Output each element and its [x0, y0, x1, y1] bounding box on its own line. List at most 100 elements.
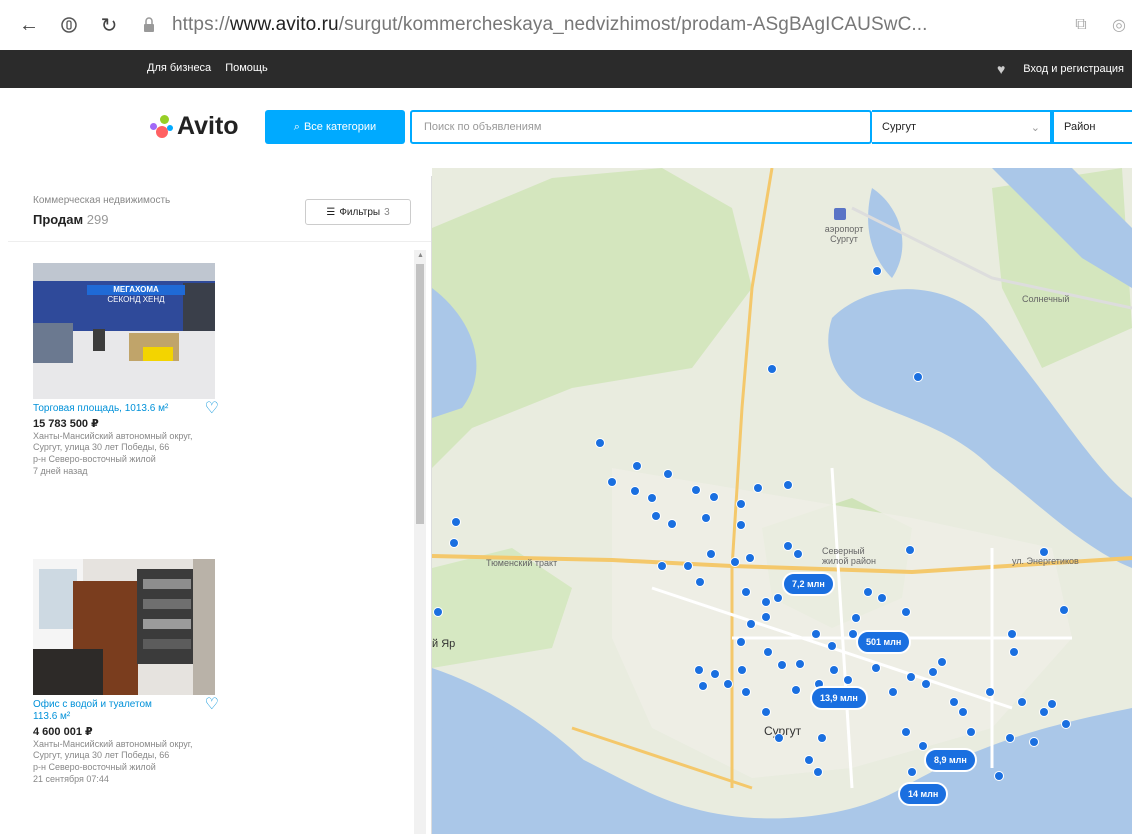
map-pin[interactable] [764, 648, 772, 656]
map-pin[interactable] [450, 539, 458, 547]
map-pin[interactable] [812, 630, 820, 638]
map-pin[interactable] [452, 518, 460, 526]
for-business-link[interactable]: Для бизнеса [147, 62, 211, 74]
search-input[interactable]: Поиск по объявлениям [410, 110, 872, 144]
map-view[interactable]: аэропорт Сургут Тюменский тракт Сургут й… [432, 168, 1132, 834]
avito-logo[interactable]: Avito [150, 112, 239, 141]
map-pin[interactable] [872, 664, 880, 672]
map-pin[interactable] [852, 614, 860, 622]
map-pin[interactable] [747, 620, 755, 628]
map-pin[interactable] [784, 481, 792, 489]
map-pin[interactable] [873, 267, 881, 275]
listing-card[interactable]: МЕГАХОМА СЕКОНД ХЕНД Торговая площадь, 1… [33, 263, 223, 477]
map-pin[interactable] [818, 734, 826, 742]
map-pin[interactable] [828, 642, 836, 650]
price-cluster[interactable]: 7,2 млн [782, 572, 835, 596]
favorite-heart-icon[interactable]: ♡ [205, 697, 219, 713]
breadcrumb[interactable]: Коммерческая недвижимость [33, 195, 170, 206]
map-pin[interactable] [711, 670, 719, 678]
map-pin[interactable] [710, 493, 718, 501]
login-link[interactable]: Вход и регистрация [1023, 63, 1124, 75]
map-pin[interactable] [775, 734, 783, 742]
map-pin[interactable] [986, 688, 994, 696]
map-pin[interactable] [762, 613, 770, 621]
map-pin[interactable] [702, 514, 710, 522]
scrollbar-thumb[interactable] [416, 264, 424, 524]
map-pin[interactable] [784, 542, 792, 550]
map-pin[interactable] [995, 772, 1003, 780]
map-pin[interactable] [742, 688, 750, 696]
filters-button[interactable]: ☰ Фильтры 3 [305, 199, 411, 225]
map-pin[interactable] [914, 373, 922, 381]
listing-title[interactable]: Торговая площадь, 1013.6 м² [33, 403, 173, 415]
map-pin[interactable] [684, 562, 692, 570]
map-pin[interactable] [1048, 700, 1056, 708]
map-pin[interactable] [959, 708, 967, 716]
reload-icon[interactable]: ↻ [94, 10, 124, 40]
map-pin[interactable] [731, 558, 739, 566]
map-pin[interactable] [805, 756, 813, 764]
map-pin[interactable] [754, 484, 762, 492]
listing-photo[interactable] [33, 559, 215, 695]
map-pin[interactable] [774, 594, 782, 602]
map-pin[interactable] [1030, 738, 1038, 746]
map-pin[interactable] [1060, 606, 1068, 614]
listing-card[interactable]: Офис с водой и туалетом 113.6 м² ♡ 4 600… [33, 559, 223, 785]
map-pin[interactable] [737, 521, 745, 529]
map-pin[interactable] [1008, 630, 1016, 638]
map-pin[interactable] [668, 520, 676, 528]
back-arrow-icon[interactable]: ← [14, 10, 44, 40]
scroll-up-arrow-icon[interactable]: ▲ [417, 252, 424, 259]
map-pin[interactable] [737, 500, 745, 508]
map-pin[interactable] [707, 550, 715, 558]
favorites-heart-icon[interactable]: ♥ [997, 61, 1005, 77]
map-pin[interactable] [1018, 698, 1026, 706]
extensions-icon[interactable]: ⧉ [1068, 12, 1094, 38]
map-pin[interactable] [878, 594, 886, 602]
map-pin[interactable] [967, 728, 975, 736]
map-pin[interactable] [658, 562, 666, 570]
map-pin[interactable] [596, 439, 604, 447]
listing-title[interactable]: Офис с водой и туалетом 113.6 м² [33, 699, 173, 723]
map-pin[interactable] [902, 728, 910, 736]
map-pin[interactable] [695, 666, 703, 674]
map-pin[interactable] [938, 658, 946, 666]
map-pin[interactable] [664, 470, 672, 478]
price-cluster[interactable]: 14 млн [898, 782, 949, 806]
map-pin[interactable] [794, 550, 802, 558]
map-pin[interactable] [792, 686, 800, 694]
map-pin[interactable] [1006, 734, 1014, 742]
map-pin[interactable] [737, 638, 745, 646]
reader-mode-icon[interactable] [54, 10, 84, 40]
map-pin[interactable] [919, 742, 927, 750]
map-pin[interactable] [724, 680, 732, 688]
price-cluster[interactable]: 501 млн [856, 630, 912, 654]
price-cluster[interactable]: 13,9 млн [810, 686, 868, 710]
listings-scrollbar[interactable]: ▲ [414, 250, 426, 834]
map-pin[interactable] [778, 661, 786, 669]
map-pin[interactable] [633, 462, 641, 470]
map-pin[interactable] [692, 486, 700, 494]
map-pin[interactable] [902, 608, 910, 616]
map-pin[interactable] [762, 598, 770, 606]
all-categories-button[interactable]: ⌕ Все категории [265, 110, 405, 144]
city-select[interactable]: Сургут ⌄ [872, 110, 1052, 144]
map-pin[interactable] [1010, 648, 1018, 656]
map-pin[interactable] [922, 680, 930, 688]
map-pin[interactable] [929, 668, 937, 676]
map-pin[interactable] [889, 688, 897, 696]
map-pin[interactable] [864, 588, 872, 596]
map-pin[interactable] [746, 554, 754, 562]
map-pin[interactable] [796, 660, 804, 668]
map-pin[interactable] [434, 608, 442, 616]
map-pin[interactable] [907, 673, 915, 681]
map-pin[interactable] [950, 698, 958, 706]
map-pin[interactable] [830, 666, 838, 674]
map-pin[interactable] [908, 768, 916, 776]
map-pin[interactable] [768, 365, 776, 373]
favorite-heart-icon[interactable]: ♡ [205, 401, 219, 417]
map-pin[interactable] [608, 478, 616, 486]
map-pin[interactable] [814, 768, 822, 776]
map-pin[interactable] [906, 546, 914, 554]
url-field[interactable]: https://www.avito.ru/surgut/kommercheska… [172, 14, 928, 36]
